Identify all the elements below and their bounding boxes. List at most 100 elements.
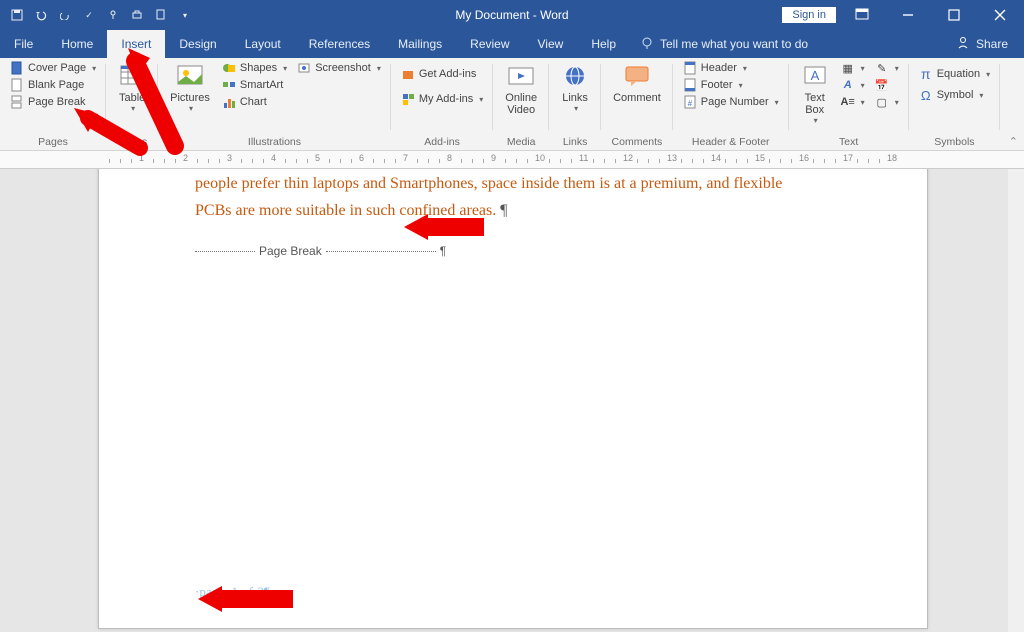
- tab-layout[interactable]: Layout: [231, 30, 295, 58]
- object-icon: ▢: [875, 95, 889, 109]
- table-button[interactable]: Table▾: [112, 60, 152, 115]
- minimize-button[interactable]: [888, 1, 928, 29]
- quickprint-icon[interactable]: [130, 8, 144, 22]
- qat-customize-dropdown[interactable]: ▾: [178, 8, 192, 22]
- signin-button[interactable]: Sign in: [782, 7, 836, 23]
- wordart-button[interactable]: A▾: [837, 77, 869, 93]
- dropcap-button[interactable]: A≡▾: [837, 94, 869, 110]
- spellcheck-icon[interactable]: ✓: [82, 8, 96, 22]
- page-1[interactable]: people prefer thin laptops and Smartphon…: [98, 169, 928, 629]
- tab-view[interactable]: View: [524, 30, 578, 58]
- page-number-button[interactable]: #Page Number▾: [679, 94, 783, 110]
- tab-help[interactable]: Help: [577, 30, 630, 58]
- links-button[interactable]: Links▾: [555, 60, 595, 115]
- group-tables: Table▾ Tables: [106, 58, 158, 150]
- smartart-icon: [222, 78, 236, 92]
- addins-icon: [401, 92, 415, 106]
- comment-button[interactable]: Comment: [607, 60, 667, 106]
- header-button[interactable]: Header▾: [679, 60, 783, 76]
- date-icon: 📅: [875, 78, 889, 92]
- page-break-button[interactable]: Page Break: [6, 94, 100, 110]
- touch-icon[interactable]: [106, 8, 120, 22]
- footer-icon: [683, 78, 697, 92]
- quickparts-icon: ▦: [841, 61, 855, 75]
- header-icon: [683, 61, 697, 75]
- svg-text:#: #: [688, 99, 693, 108]
- equation-button[interactable]: πEquation▾: [915, 66, 994, 82]
- svg-text:A: A: [810, 68, 819, 83]
- group-comments: Comment Comments: [601, 58, 673, 150]
- datetime-button[interactable]: 📅: [871, 77, 903, 93]
- cover-page-button[interactable]: Cover Page▾: [6, 60, 100, 76]
- body-paragraph[interactable]: people prefer thin laptops and Smartphon…: [195, 169, 831, 224]
- blank-page-icon: [10, 78, 24, 92]
- page-break-marker[interactable]: Page Break ¶: [195, 244, 831, 258]
- wordart-icon: A: [841, 78, 855, 92]
- pagenum-icon: #: [683, 95, 697, 109]
- tab-mailings[interactable]: Mailings: [384, 30, 456, 58]
- tab-home[interactable]: Home: [47, 30, 107, 58]
- tab-bar: File Home Insert Design Layout Reference…: [0, 30, 1024, 58]
- screenshot-icon: [297, 61, 311, 75]
- group-pages: Cover Page▾ Blank Page Page Break Pages: [0, 58, 106, 150]
- signature-button[interactable]: ✎▾: [871, 60, 903, 76]
- my-addins-button[interactable]: My Add-ins▾: [397, 91, 487, 107]
- tab-insert[interactable]: Insert: [107, 30, 165, 58]
- share-button[interactable]: Share: [941, 30, 1024, 58]
- screenshot-button[interactable]: Screenshot▾: [293, 60, 385, 76]
- tell-me-search[interactable]: Tell me what you want to do: [630, 30, 941, 58]
- textbox-icon: A: [801, 62, 829, 90]
- undo-icon[interactable]: [34, 8, 48, 22]
- dropcap-icon: A≡: [841, 95, 855, 109]
- get-addins-button[interactable]: Get Add-ins: [397, 66, 487, 82]
- group-media: OnlineVideo Media: [493, 58, 549, 150]
- shapes-icon: [222, 61, 236, 75]
- close-button[interactable]: [980, 1, 1020, 29]
- maximize-button[interactable]: [934, 1, 974, 29]
- textbox-button[interactable]: A TextBox▾: [795, 60, 835, 127]
- ribbon: Cover Page▾ Blank Page Page Break Pages …: [0, 58, 1024, 151]
- redo-icon[interactable]: [58, 8, 72, 22]
- tab-references[interactable]: References: [295, 30, 384, 58]
- video-icon: [507, 62, 535, 90]
- tab-review[interactable]: Review: [456, 30, 523, 58]
- footer-button[interactable]: Footer▾: [679, 77, 783, 93]
- quick-parts-button[interactable]: ▦▾: [837, 60, 869, 76]
- chart-button[interactable]: Chart: [218, 94, 291, 110]
- lightbulb-icon: [640, 36, 654, 53]
- ribbon-display-icon[interactable]: [842, 1, 882, 29]
- vertical-scrollbar[interactable]: [1008, 169, 1024, 632]
- new-icon[interactable]: [154, 8, 168, 22]
- tab-file[interactable]: File: [0, 30, 47, 58]
- group-links: Links▾ Links: [549, 58, 601, 150]
- group-illustrations: Pictures▾ Shapes▾ SmartArt Chart Screens…: [158, 58, 391, 150]
- tab-design[interactable]: Design: [165, 30, 230, 58]
- quick-access-toolbar: ✓ ▾: [0, 8, 192, 22]
- object-button[interactable]: ▢▾: [871, 94, 903, 110]
- save-icon[interactable]: [10, 8, 24, 22]
- group-addins: Get Add-ins My Add-ins▾ Add-ins: [391, 58, 493, 150]
- symbol-button[interactable]: ΩSymbol▾: [915, 87, 994, 103]
- horizontal-ruler[interactable]: 123456789101112131415161718: [0, 151, 1024, 169]
- group-headerfooter: Header▾ Footer▾ #Page Number▾ Header & F…: [673, 58, 789, 150]
- shapes-button[interactable]: Shapes▾: [218, 60, 291, 76]
- group-text: A TextBox▾ ▦▾ A▾ A≡▾ ✎▾ 📅 ▢▾ Text: [789, 58, 909, 150]
- store-icon: [401, 67, 415, 81]
- symbol-icon: Ω: [919, 88, 933, 102]
- signature-icon: ✎: [875, 61, 889, 75]
- cover-page-icon: [10, 61, 24, 75]
- titlebar: ✓ ▾ My Document - Word Sign in: [0, 0, 1024, 30]
- smartart-button[interactable]: SmartArt: [218, 77, 291, 93]
- link-icon: [561, 62, 589, 90]
- pictures-button[interactable]: Pictures▾: [164, 60, 216, 115]
- blank-page-button[interactable]: Blank Page: [6, 77, 100, 93]
- equation-icon: π: [919, 67, 933, 81]
- page-break-icon: [10, 95, 24, 109]
- share-icon: [957, 36, 970, 52]
- tell-me-label: Tell me what you want to do: [660, 37, 808, 51]
- online-video-button[interactable]: OnlineVideo: [499, 60, 543, 118]
- table-icon: [118, 62, 146, 90]
- comment-icon: [623, 62, 651, 90]
- page-footer: ·page.·1·of·2¶: [195, 584, 270, 600]
- collapse-ribbon-icon[interactable]: ⌃: [1009, 135, 1018, 148]
